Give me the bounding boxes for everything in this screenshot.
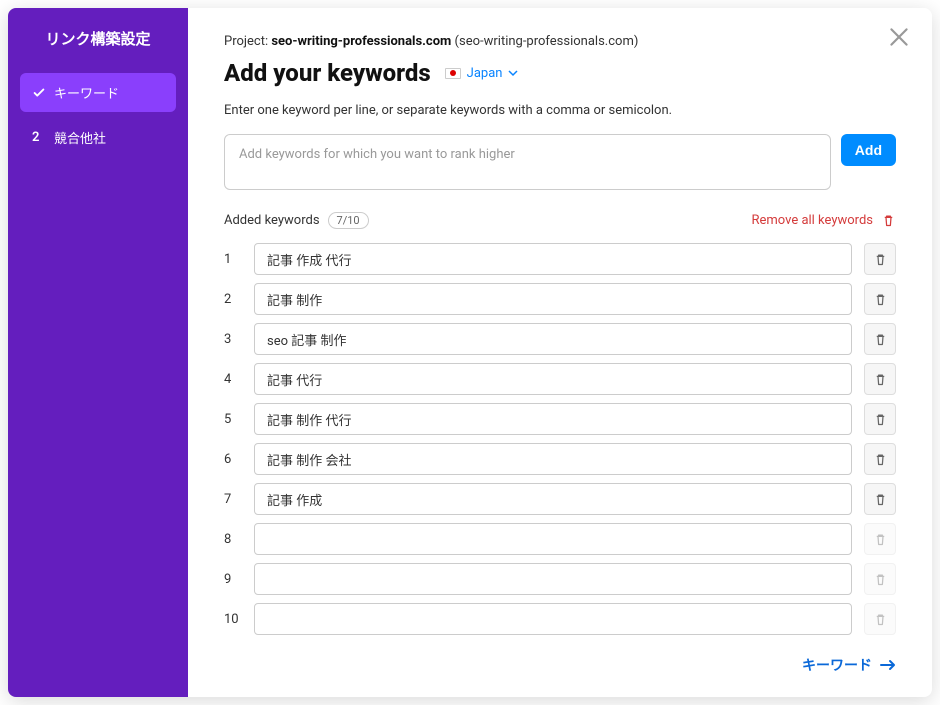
trash-icon <box>873 292 888 307</box>
next-label: キーワード <box>802 655 872 675</box>
remove-all-button[interactable]: Remove all keywords <box>751 213 896 228</box>
keyword-textarea[interactable] <box>224 134 831 190</box>
keyword-row: 2 <box>224 283 896 315</box>
keyword-row: 3 <box>224 323 896 355</box>
delete-keyword-button[interactable] <box>864 483 896 515</box>
keyword-input[interactable] <box>254 403 852 435</box>
modal: リンク構築設定 キーワード 2 競合他社 Project: seo-writing-… <box>8 8 932 697</box>
keyword-input[interactable] <box>254 243 852 275</box>
sidebar-title: リンク構築設定 <box>20 28 176 49</box>
step-number: 2 <box>32 130 46 145</box>
keyword-input[interactable] <box>254 523 852 555</box>
keyword-row-number: 10 <box>224 612 242 627</box>
delete-keyword-button[interactable] <box>864 443 896 475</box>
trash-icon <box>873 612 888 627</box>
delete-keyword-button <box>864 563 896 595</box>
project-domain: (seo-writing-professionals.com) <box>455 34 639 49</box>
keyword-input[interactable] <box>254 483 852 515</box>
trash-icon <box>873 532 888 547</box>
check-icon <box>32 86 46 100</box>
keyword-input[interactable] <box>254 603 852 635</box>
chevron-down-icon <box>508 68 518 78</box>
keyword-row: 10 <box>224 603 896 635</box>
keyword-input[interactable] <box>254 323 852 355</box>
keyword-row-number: 1 <box>224 252 242 267</box>
keyword-list: 1 2 3 4 5 6 7 8 9 10 <box>224 243 896 635</box>
trash-icon <box>881 213 896 228</box>
keyword-row-number: 2 <box>224 292 242 307</box>
delete-keyword-button <box>864 523 896 555</box>
step-item-1[interactable]: キーワード <box>20 73 176 112</box>
keyword-row: 9 <box>224 563 896 595</box>
keyword-count-pill: 7/10 <box>328 212 369 229</box>
keyword-row: 5 <box>224 403 896 435</box>
instruction-text: Enter one keyword per line, or separate … <box>224 103 896 118</box>
add-button[interactable]: Add <box>841 134 896 166</box>
delete-keyword-button[interactable] <box>864 243 896 275</box>
keyword-row-number: 9 <box>224 572 242 587</box>
step-label: 競合他社 <box>54 128 106 147</box>
keyword-row-number: 4 <box>224 372 242 387</box>
delete-keyword-button[interactable] <box>864 283 896 315</box>
sidebar: リンク構築設定 キーワード 2 競合他社 <box>8 8 188 697</box>
project-name: seo-writing-professionals.com <box>271 34 451 49</box>
trash-icon <box>873 332 888 347</box>
country-name: Japan <box>467 66 503 81</box>
step-label: キーワード <box>54 83 119 102</box>
keyword-input[interactable] <box>254 283 852 315</box>
arrow-right-icon <box>880 659 896 671</box>
input-row: Add <box>224 134 896 190</box>
delete-keyword-button[interactable] <box>864 323 896 355</box>
keyword-row: 6 <box>224 443 896 475</box>
trash-icon <box>873 572 888 587</box>
keyword-row-number: 6 <box>224 452 242 467</box>
keyword-row: 1 <box>224 243 896 275</box>
title-row: Add your keywords Japan <box>224 59 896 87</box>
list-header: Added keywords 7/10 Remove all keywords <box>224 212 896 229</box>
country-selector[interactable]: Japan <box>445 66 519 81</box>
delete-keyword-button <box>864 603 896 635</box>
keyword-row-number: 7 <box>224 492 242 507</box>
japan-flag-icon <box>445 68 461 79</box>
close-button[interactable] <box>886 24 912 50</box>
next-button[interactable]: キーワード <box>802 655 896 675</box>
keyword-row-number: 8 <box>224 532 242 547</box>
keyword-row: 8 <box>224 523 896 555</box>
keyword-row-number: 5 <box>224 412 242 427</box>
project-line: Project: seo-writing-professionals.com (… <box>224 34 896 49</box>
added-keywords-label: Added keywords 7/10 <box>224 212 369 229</box>
page-title: Add your keywords <box>224 59 431 87</box>
keyword-input[interactable] <box>254 443 852 475</box>
close-icon <box>886 24 912 50</box>
trash-icon <box>873 252 888 267</box>
keyword-input[interactable] <box>254 363 852 395</box>
trash-icon <box>873 412 888 427</box>
trash-icon <box>873 452 888 467</box>
step-item-2[interactable]: 2 競合他社 <box>20 118 176 157</box>
trash-icon <box>873 372 888 387</box>
project-label: Project: <box>224 34 268 49</box>
keyword-row: 4 <box>224 363 896 395</box>
keyword-input[interactable] <box>254 563 852 595</box>
delete-keyword-button[interactable] <box>864 363 896 395</box>
footer: キーワード <box>224 655 896 675</box>
delete-keyword-button[interactable] <box>864 403 896 435</box>
main-panel: Project: seo-writing-professionals.com (… <box>188 8 932 697</box>
trash-icon <box>873 492 888 507</box>
keyword-row-number: 3 <box>224 332 242 347</box>
keyword-row: 7 <box>224 483 896 515</box>
remove-all-label: Remove all keywords <box>751 213 873 228</box>
added-label-text: Added keywords <box>224 213 320 228</box>
